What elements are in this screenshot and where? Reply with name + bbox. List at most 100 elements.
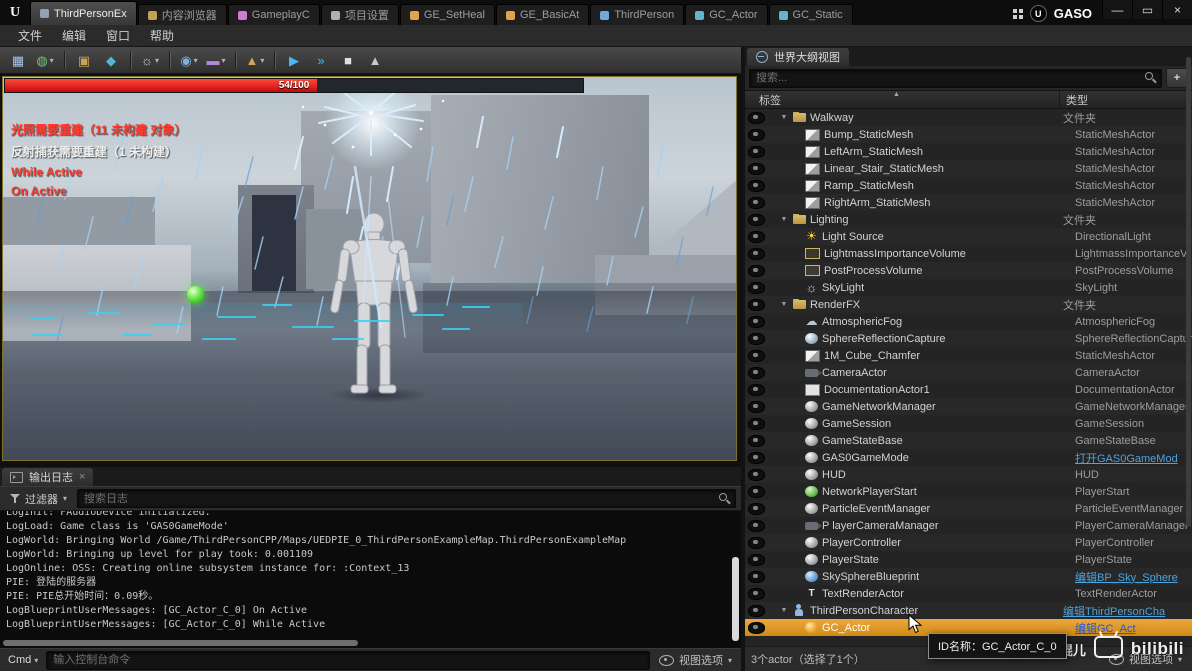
visibility-eye-icon[interactable] — [747, 315, 765, 328]
visibility-eye-icon[interactable] — [747, 502, 765, 515]
outliner-row[interactable]: HUD HUD — [745, 466, 1192, 483]
outliner-row[interactable]: ParticleEventManager ParticleEventManager — [745, 500, 1192, 517]
outliner-search-input[interactable] — [749, 68, 1162, 88]
outliner-row[interactable]: ▼ ThirdPersonCharacter 编辑ThirdPersonCha — [745, 602, 1192, 619]
visibility-eye-icon[interactable] — [747, 434, 765, 447]
visibility-eye-icon[interactable] — [747, 587, 765, 600]
outliner-row[interactable]: PostProcessVolume PostProcessVolume — [745, 262, 1192, 279]
menu-帮助[interactable]: 帮助 — [140, 25, 184, 46]
tab-GE_BasicAt[interactable]: GE_BasicAt — [496, 4, 590, 25]
outliner-row[interactable]: LeftArm_StaticMesh StaticMeshActor — [745, 143, 1192, 160]
console-command-input[interactable] — [46, 650, 650, 670]
outliner-row[interactable]: NetworkPlayerStart PlayerStart — [745, 483, 1192, 500]
outliner-row[interactable]: Light Source DirectionalLight — [745, 228, 1192, 245]
restore-button[interactable]: ▭ — [1132, 0, 1162, 19]
outliner-scrollbar[interactable] — [1186, 57, 1191, 527]
tab-GC_Actor[interactable]: GC_Actor — [685, 4, 768, 25]
outliner-row[interactable]: PlayerController PlayerController — [745, 534, 1192, 551]
cmd-dropdown[interactable]: Cmd ▾ — [5, 654, 41, 666]
log-search-input[interactable] — [77, 489, 736, 508]
visibility-eye-icon[interactable] — [747, 145, 765, 158]
tab-GameplayC[interactable]: GameplayC — [227, 4, 320, 25]
visibility-eye-icon[interactable] — [747, 400, 765, 413]
tab-GC_Static[interactable]: GC_Static — [768, 4, 853, 25]
menu-窗口[interactable]: 窗口 — [96, 25, 140, 46]
visibility-eye-icon[interactable] — [747, 536, 765, 549]
expand-arrow-icon[interactable]: ▼ — [779, 301, 789, 308]
visibility-eye-icon[interactable] — [747, 162, 765, 175]
layout-grid-icon[interactable] — [1012, 8, 1023, 19]
visibility-eye-icon[interactable] — [747, 332, 765, 345]
type-link[interactable]: 编辑BP_Sky_Sphere — [1069, 569, 1192, 585]
visibility-eye-icon[interactable] — [747, 468, 765, 481]
cinematics-button[interactable]: ▬ ▾ — [204, 49, 228, 71]
outliner-row[interactable]: ▼ RenderFX 文件夹 — [745, 296, 1192, 313]
outliner-row[interactable]: ▼ Lighting 文件夹 — [745, 211, 1192, 228]
visibility-eye-icon[interactable] — [747, 196, 765, 209]
visibility-eye-icon[interactable] — [747, 553, 765, 566]
outliner-row[interactable]: DocumentationActor1 DocumentationActor — [745, 381, 1192, 398]
outliner-row[interactable]: GameStateBase GameStateBase — [745, 432, 1192, 449]
eject-button[interactable]: ▲ — [363, 49, 387, 71]
tab-GE_SetHeal[interactable]: GE_SetHeal — [399, 4, 495, 25]
save-button[interactable]: ▦ — [6, 49, 30, 71]
outliner-row[interactable]: ▼ Walkway 文件夹 — [745, 109, 1192, 126]
visibility-eye-icon[interactable] — [747, 111, 765, 124]
tab-output-log[interactable]: 输出日志 × — [2, 468, 94, 486]
outliner-row[interactable]: TextRenderActor TextRenderActor — [745, 585, 1192, 602]
tab-ThirdPersonEx[interactable]: ThirdPersonEx — [30, 1, 137, 25]
play-button[interactable]: ▶ — [282, 49, 306, 71]
outliner-row[interactable]: LightmassImportanceVolume LightmassImport… — [745, 245, 1192, 262]
tab-ThirdPerson[interactable]: ThirdPerson — [590, 4, 685, 25]
tab-项目设置[interactable]: 项目设置 — [320, 4, 399, 25]
settings-button[interactable]: ☼ ▾ — [138, 49, 162, 71]
type-link[interactable]: 编辑GC_Act — [1069, 620, 1192, 636]
expand-arrow-icon[interactable]: ▼ — [779, 216, 789, 223]
outliner-row[interactable]: GameNetworkManager GameNetworkManager — [745, 398, 1192, 415]
log-vertical-scrollbar[interactable] — [732, 557, 739, 641]
visibility-eye-icon[interactable] — [747, 621, 765, 634]
build-button[interactable]: ▲ ▾ — [243, 49, 267, 71]
tab-内容浏览器[interactable]: 内容浏览器 — [137, 4, 227, 25]
search-options-button[interactable]: + — [1166, 68, 1188, 88]
outliner-row[interactable]: Linear_Stair_StaticMesh StaticMeshActor — [745, 160, 1192, 177]
stop-button[interactable]: ■ — [336, 49, 360, 71]
visibility-eye-icon[interactable] — [747, 247, 765, 260]
game-viewport[interactable]: 54/100 光照需要重建（11 未构建 对象） 反射捕获需要重建（1 未构建） W… — [2, 76, 737, 461]
log-horizontal-scrollbar[interactable] — [3, 640, 358, 646]
source-control-button[interactable]: ◍ ▾ — [33, 49, 57, 71]
visibility-eye-icon[interactable] — [747, 179, 765, 192]
outliner-row[interactable]: Ramp_StaticMesh StaticMeshActor — [745, 177, 1192, 194]
outliner-row[interactable]: Bump_StaticMesh StaticMeshActor — [745, 126, 1192, 143]
outliner-row[interactable]: SphereReflectionCapture SphereReflectionC… — [745, 330, 1192, 347]
tab-world-outliner[interactable]: 世界大纲视图 — [747, 48, 849, 66]
visibility-eye-icon[interactable] — [747, 298, 765, 311]
visibility-eye-icon[interactable] — [747, 383, 765, 396]
visibility-eye-icon[interactable] — [747, 264, 765, 277]
log-filters-button[interactable]: 过滤器 ▾ — [5, 490, 72, 508]
visibility-eye-icon[interactable] — [747, 230, 765, 243]
expand-arrow-icon[interactable]: ▼ — [779, 607, 789, 614]
visibility-eye-icon[interactable] — [747, 519, 765, 532]
log-view-options-button[interactable]: 视图选项 ▾ — [655, 652, 736, 668]
content-button[interactable]: ▣ — [72, 49, 96, 71]
outliner-row[interactable]: 1M_Cube_Chamfer StaticMeshActor — [745, 347, 1192, 364]
outliner-row[interactable]: SkyLight SkyLight — [745, 279, 1192, 296]
minimize-button[interactable]: — — [1102, 0, 1132, 19]
log-area[interactable]: LogInit: FAudioDevice initialized. LogLoa… — [0, 511, 741, 648]
visibility-eye-icon[interactable] — [747, 281, 765, 294]
visibility-eye-icon[interactable] — [747, 570, 765, 583]
visibility-eye-icon[interactable] — [747, 213, 765, 226]
outliner-row[interactable]: GAS0GameMode 打开GAS0GameMod — [745, 449, 1192, 466]
menu-编辑[interactable]: 编辑 — [52, 25, 96, 46]
menu-文件[interactable]: 文件 — [8, 25, 52, 46]
close-icon[interactable]: × — [79, 471, 85, 483]
outliner-row[interactable]: PlayerState PlayerState — [745, 551, 1192, 568]
outliner-row[interactable]: CameraActor CameraActor — [745, 364, 1192, 381]
outliner-row[interactable]: SkySphereBlueprint 编辑BP_Sky_Sphere — [745, 568, 1192, 585]
visibility-eye-icon[interactable] — [747, 417, 765, 430]
outliner-row[interactable]: RightArm_StaticMesh StaticMeshActor — [745, 194, 1192, 211]
type-link[interactable]: 打开GAS0GameMod — [1069, 450, 1192, 466]
outliner-row[interactable]: GameSession GameSession — [745, 415, 1192, 432]
expand-arrow-icon[interactable]: ▼ — [779, 114, 789, 121]
